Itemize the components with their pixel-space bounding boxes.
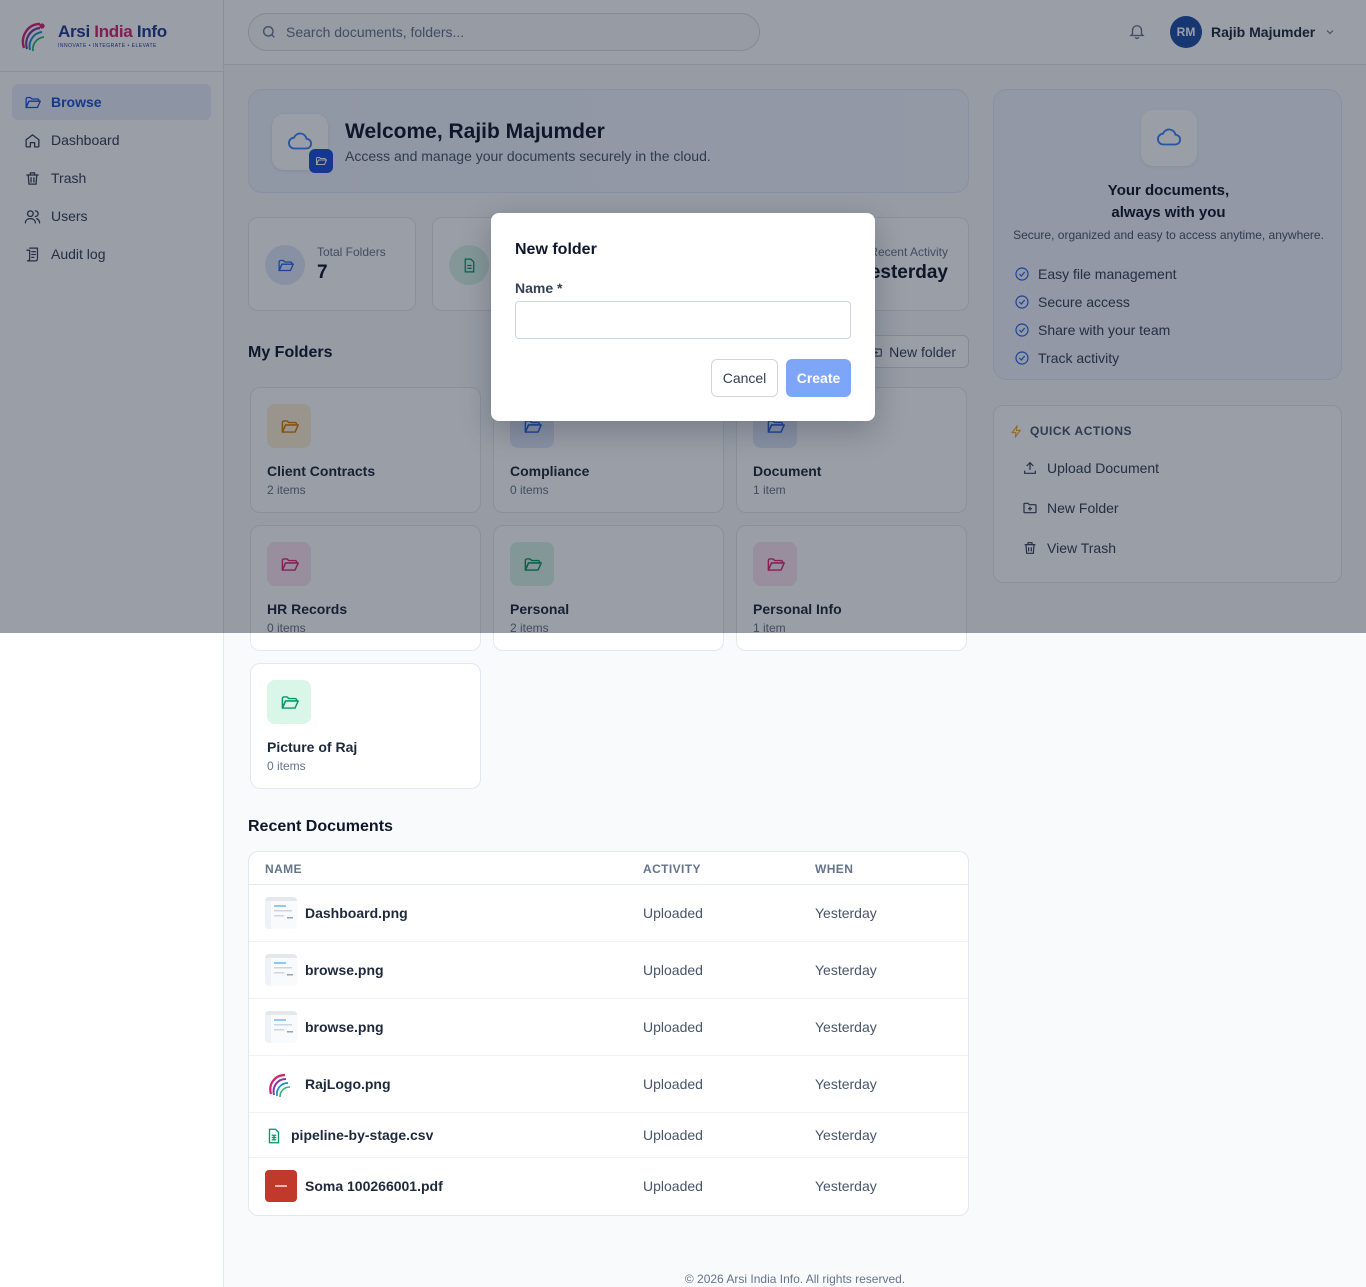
section-title: Recent Documents	[248, 818, 393, 835]
column-header: ACTIVITY	[643, 862, 701, 876]
activity-cell: Uploaded	[643, 1076, 703, 1092]
table-row[interactable]: Soma 100266001.pdf Uploaded Yesterday	[249, 1158, 968, 1215]
name-field-label: Name *	[515, 280, 563, 296]
when-cell: Yesterday	[815, 905, 877, 921]
file-thumbnail	[265, 1170, 297, 1202]
cancel-button[interactable]: Cancel	[711, 359, 778, 397]
table-row[interactable]: pipeline-by-stage.csv Uploaded Yesterday	[249, 1113, 968, 1158]
new-folder-dialog: New folder Name * Cancel Create	[491, 213, 875, 421]
folder-card[interactable]: Picture of Raj 0 items	[250, 663, 481, 789]
file-name[interactable]: Dashboard.png	[305, 905, 408, 921]
file-thumbnail	[265, 1011, 297, 1043]
when-cell: Yesterday	[815, 1076, 877, 1092]
file-name[interactable]: RajLogo.png	[305, 1076, 391, 1092]
file-name[interactable]: Soma 100266001.pdf	[305, 1178, 443, 1194]
table-row[interactable]: Dashboard.png Uploaded Yesterday	[249, 885, 968, 942]
create-button[interactable]: Create	[786, 359, 851, 397]
table-row[interactable]: browse.png Uploaded Yesterday	[249, 942, 968, 999]
recent-documents-table: NAME ACTIVITY WHEN Dashboard.png Uploaded…	[248, 851, 969, 1216]
column-header: WHEN	[815, 862, 854, 876]
when-cell: Yesterday	[815, 962, 877, 978]
column-header: NAME	[265, 862, 302, 876]
table-row[interactable]: RajLogo.png Uploaded Yesterday	[249, 1056, 968, 1113]
dialog-title: New folder	[515, 241, 597, 258]
folder-icon	[267, 680, 311, 724]
table-row[interactable]: browse.png Uploaded Yesterday	[249, 999, 968, 1056]
file-thumbnail	[265, 1068, 297, 1100]
file-name[interactable]: browse.png	[305, 962, 384, 978]
activity-cell: Uploaded	[643, 905, 703, 921]
folder-name-input[interactable]	[515, 301, 851, 339]
table-body: Dashboard.png Uploaded Yesterday browse.png…	[249, 885, 968, 1215]
activity-cell: Uploaded	[643, 1019, 703, 1035]
folder-name: Picture of Raj	[267, 739, 358, 755]
spreadsheet-icon	[265, 1127, 283, 1145]
activity-cell: Uploaded	[643, 962, 703, 978]
table-header: NAME ACTIVITY WHEN	[249, 852, 968, 885]
activity-cell: Uploaded	[643, 1178, 703, 1194]
when-cell: Yesterday	[815, 1127, 877, 1143]
folder-count: 0 items	[267, 759, 306, 773]
file-name[interactable]: browse.png	[305, 1019, 384, 1035]
file-name[interactable]: pipeline-by-stage.csv	[291, 1127, 433, 1143]
when-cell: Yesterday	[815, 1019, 877, 1035]
footer: © 2026 Arsi India Info. All rights reser…	[684, 1272, 906, 1286]
when-cell: Yesterday	[815, 1178, 877, 1194]
activity-cell: Uploaded	[643, 1127, 703, 1143]
file-thumbnail	[265, 954, 297, 986]
file-thumbnail	[265, 897, 297, 929]
